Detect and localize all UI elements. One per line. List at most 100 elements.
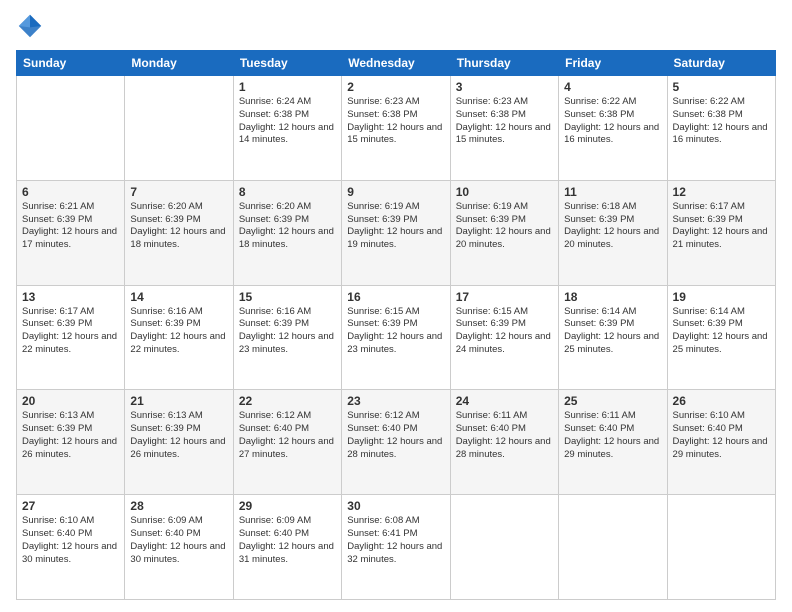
calendar-cell: 21 Sunrise: 6:13 AM Sunset: 6:39 PM Dayli…: [125, 390, 233, 495]
calendar-cell: 22 Sunrise: 6:12 AM Sunset: 6:40 PM Dayli…: [233, 390, 341, 495]
week-row-5: 27 Sunrise: 6:10 AM Sunset: 6:40 PM Dayli…: [17, 495, 776, 600]
day-info: Sunrise: 6:10 AM Sunset: 6:40 PM Dayligh…: [22, 515, 119, 566]
calendar-cell: 29 Sunrise: 6:09 AM Sunset: 6:40 PM Dayli…: [233, 495, 341, 600]
day-number: 23: [347, 394, 444, 408]
day-info: Sunrise: 6:09 AM Sunset: 6:40 PM Dayligh…: [239, 515, 336, 566]
calendar-cell: 19 Sunrise: 6:14 AM Sunset: 6:39 PM Dayli…: [667, 285, 775, 390]
calendar-cell: 11 Sunrise: 6:18 AM Sunset: 6:39 PM Dayli…: [559, 180, 667, 285]
day-info: Sunrise: 6:14 AM Sunset: 6:39 PM Dayligh…: [564, 306, 661, 357]
day-number: 4: [564, 80, 661, 94]
day-number: 22: [239, 394, 336, 408]
day-number: 3: [456, 80, 553, 94]
calendar-cell: 17Sunrise: 6:15 AM Sunset: 6:39 PM Dayli…: [450, 285, 558, 390]
day-info: Sunrise: 6:21 AM Sunset: 6:39 PM Dayligh…: [22, 201, 119, 252]
calendar-table: SundayMondayTuesdayWednesdayThursdayFrid…: [16, 50, 776, 600]
weekday-header-thursday: Thursday: [450, 51, 558, 76]
weekday-header-monday: Monday: [125, 51, 233, 76]
day-info: Sunrise: 6:23 AM Sunset: 6:38 PM Dayligh…: [456, 96, 553, 147]
day-number: 5: [673, 80, 770, 94]
day-number: 13: [22, 290, 119, 304]
day-number: 16: [347, 290, 444, 304]
day-number: 29: [239, 499, 336, 513]
day-number: 25: [564, 394, 661, 408]
calendar-cell: 2 Sunrise: 6:23 AM Sunset: 6:38 PM Daylig…: [342, 76, 450, 181]
calendar-cell: 12 Sunrise: 6:17 AM Sunset: 6:39 PM Dayli…: [667, 180, 775, 285]
calendar-cell: 8 Sunrise: 6:20 AM Sunset: 6:39 PM Daylig…: [233, 180, 341, 285]
day-info: Sunrise: 6:24 AM Sunset: 6:38 PM Dayligh…: [239, 96, 336, 147]
day-number: 7: [130, 185, 227, 199]
logo-icon: [16, 12, 44, 40]
weekday-header-tuesday: Tuesday: [233, 51, 341, 76]
calendar-cell: 3 Sunrise: 6:23 AM Sunset: 6:38 PM Daylig…: [450, 76, 558, 181]
day-info: Sunrise: 6:23 AM Sunset: 6:38 PM Dayligh…: [347, 96, 444, 147]
day-info: Sunrise: 6:18 AM Sunset: 6:39 PM Dayligh…: [564, 201, 661, 252]
day-number: 27: [22, 499, 119, 513]
calendar-cell: 14 Sunrise: 6:16 AM Sunset: 6:39 PM Dayli…: [125, 285, 233, 390]
calendar-cell: [125, 76, 233, 181]
calendar-cell: 24Sunrise: 6:11 AM Sunset: 6:40 PM Dayli…: [450, 390, 558, 495]
day-number: 6: [22, 185, 119, 199]
day-number: 10: [456, 185, 553, 199]
day-info: Sunrise: 6:09 AM Sunset: 6:40 PM Dayligh…: [130, 515, 227, 566]
day-number: 18: [564, 290, 661, 304]
day-number: 12: [673, 185, 770, 199]
day-info: Sunrise: 6:17 AM Sunset: 6:39 PM Dayligh…: [22, 306, 119, 357]
day-number: 19: [673, 290, 770, 304]
calendar-cell: 25 Sunrise: 6:11 AM Sunset: 6:40 PM Dayli…: [559, 390, 667, 495]
day-info: Sunrise: 6:12 AM Sunset: 6:40 PM Dayligh…: [347, 410, 444, 461]
day-info: Sunrise: 6:22 AM Sunset: 6:38 PM Dayligh…: [564, 96, 661, 147]
day-info: Sunrise: 6:11 AM Sunset: 6:40 PM Dayligh…: [564, 410, 661, 461]
header: [16, 12, 776, 40]
calendar-cell: 18 Sunrise: 6:14 AM Sunset: 6:39 PM Dayli…: [559, 285, 667, 390]
day-number: 20: [22, 394, 119, 408]
weekday-header-row: SundayMondayTuesdayWednesdayThursdayFrid…: [17, 51, 776, 76]
calendar-cell: 23 Sunrise: 6:12 AM Sunset: 6:40 PM Dayli…: [342, 390, 450, 495]
day-info: Sunrise: 6:19 AM Sunset: 6:39 PM Dayligh…: [347, 201, 444, 252]
calendar-cell: 15 Sunrise: 6:16 AM Sunset: 6:39 PM Dayli…: [233, 285, 341, 390]
day-info: Sunrise: 6:14 AM Sunset: 6:39 PM Dayligh…: [673, 306, 770, 357]
day-info: Sunrise: 6:10 AM Sunset: 6:40 PM Dayligh…: [673, 410, 770, 461]
day-number: 15: [239, 290, 336, 304]
day-number: 1: [239, 80, 336, 94]
calendar-cell: 6 Sunrise: 6:21 AM Sunset: 6:39 PM Daylig…: [17, 180, 125, 285]
calendar-cell: 16 Sunrise: 6:15 AM Sunset: 6:39 PM Dayli…: [342, 285, 450, 390]
day-info: Sunrise: 6:19 AM Sunset: 6:39 PM Dayligh…: [456, 201, 553, 252]
day-number: 2: [347, 80, 444, 94]
day-info: Sunrise: 6:20 AM Sunset: 6:39 PM Dayligh…: [239, 201, 336, 252]
day-info: Sunrise: 6:13 AM Sunset: 6:39 PM Dayligh…: [130, 410, 227, 461]
calendar-cell: [450, 495, 558, 600]
calendar-cell: 28 Sunrise: 6:09 AM Sunset: 6:40 PM Dayli…: [125, 495, 233, 600]
day-number: 30: [347, 499, 444, 513]
day-info: Sunrise: 6:22 AM Sunset: 6:38 PM Dayligh…: [673, 96, 770, 147]
day-number: 8: [239, 185, 336, 199]
day-info: Sunrise: 6:15 AM Sunset: 6:39 PM Dayligh…: [456, 306, 553, 357]
day-number: 14: [130, 290, 227, 304]
calendar-cell: 30 Sunrise: 6:08 AM Sunset: 6:41 PM Dayli…: [342, 495, 450, 600]
day-info: Sunrise: 6:12 AM Sunset: 6:40 PM Dayligh…: [239, 410, 336, 461]
day-number: 11: [564, 185, 661, 199]
calendar-cell: 1 Sunrise: 6:24 AM Sunset: 6:38 PM Daylig…: [233, 76, 341, 181]
day-info: Sunrise: 6:20 AM Sunset: 6:39 PM Dayligh…: [130, 201, 227, 252]
calendar-cell: 26 Sunrise: 6:10 AM Sunset: 6:40 PM Dayli…: [667, 390, 775, 495]
day-info: Sunrise: 6:16 AM Sunset: 6:39 PM Dayligh…: [239, 306, 336, 357]
day-info: Sunrise: 6:15 AM Sunset: 6:39 PM Dayligh…: [347, 306, 444, 357]
day-info: Sunrise: 6:08 AM Sunset: 6:41 PM Dayligh…: [347, 515, 444, 566]
calendar-cell: 20Sunrise: 6:13 AM Sunset: 6:39 PM Dayli…: [17, 390, 125, 495]
day-number: 26: [673, 394, 770, 408]
day-number: 28: [130, 499, 227, 513]
week-row-4: 20 Sunrise: 6:13 AM Sunset: 6:39 PM Dayli…: [17, 390, 776, 495]
calendar-cell: 4 Sunrise: 6:22 AM Sunset: 6:38 PM Daylig…: [559, 76, 667, 181]
calendar-cell: [17, 76, 125, 181]
week-row-1: 1 Sunrise: 6:24 AM Sunset: 6:38 PM Daylig…: [17, 76, 776, 181]
day-info: Sunrise: 6:16 AM Sunset: 6:39 PM Dayligh…: [130, 306, 227, 357]
weekday-header-friday: Friday: [559, 51, 667, 76]
calendar-cell: 10 Sunrise: 6:19 AM Sunset: 6:39 PM Dayli…: [450, 180, 558, 285]
weekday-header-sunday: Sunday: [17, 51, 125, 76]
calendar-cell: 7 Sunrise: 6:20 AM Sunset: 6:39 PM Daylig…: [125, 180, 233, 285]
day-number: 21: [130, 394, 227, 408]
calendar-cell: [559, 495, 667, 600]
week-row-2: 6 Sunrise: 6:21 AM Sunset: 6:39 PM Daylig…: [17, 180, 776, 285]
calendar-cell: [667, 495, 775, 600]
day-info: Sunrise: 6:17 AM Sunset: 6:39 PM Dayligh…: [673, 201, 770, 252]
weekday-header-wednesday: Wednesday: [342, 51, 450, 76]
